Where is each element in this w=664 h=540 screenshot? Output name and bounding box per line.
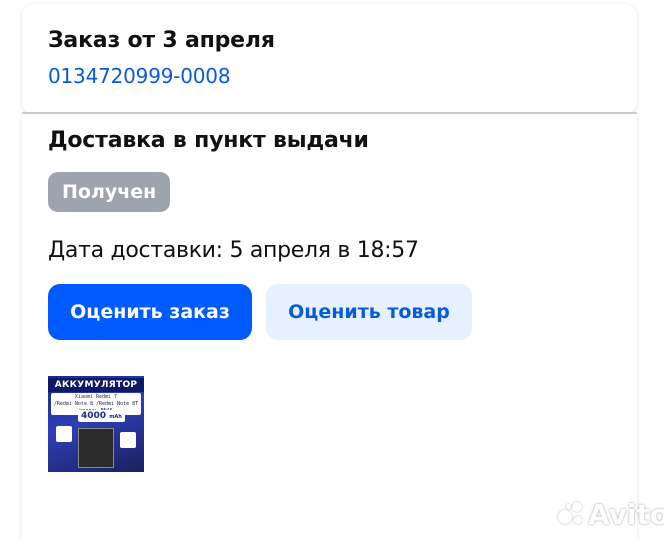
delivery-date: Дата доставки: 5 апреля в 18:57 [48, 238, 419, 263]
order-number-link[interactable]: 0134720999-0008 [48, 64, 231, 88]
product-image-title: АККУМУЛЯТОР [48, 378, 144, 392]
product-image-compat-line2: /Redmi Note 8 /Redmi Note 8T [53, 401, 139, 407]
order-header-card [22, 4, 637, 114]
product-image-capacity-unit: mAh [109, 414, 122, 420]
battery-icon [78, 428, 114, 468]
rate-product-button[interactable]: Оценить товар [266, 284, 472, 340]
tools-icon [120, 432, 136, 448]
order-title: Заказ от 3 апреля [48, 28, 275, 53]
order-screen: Заказ от 3 апреля 0134720999-0008 Достав… [0, 0, 664, 540]
product-image-capacity: 4000 mAh [78, 410, 125, 422]
product-image-compat-line1: Xiaomi Redmi 7 [74, 394, 118, 400]
avito-watermark: Avito [556, 497, 664, 531]
avito-watermark-text: Avito [588, 497, 664, 531]
status-badge: Получен [48, 172, 171, 212]
delivery-type-heading: Доставка в пункт выдачи [48, 128, 369, 153]
phone-icon [56, 426, 72, 442]
section-divider [22, 112, 637, 114]
product-thumbnail[interactable]: АККУМУЛЯТОР Xiaomi Redmi 7 /Redmi Note 8… [48, 376, 144, 472]
product-image-capacity-value: 4000 [81, 411, 107, 421]
rate-order-button[interactable]: Оценить заказ [48, 284, 252, 340]
avito-logo-icon [556, 500, 586, 528]
